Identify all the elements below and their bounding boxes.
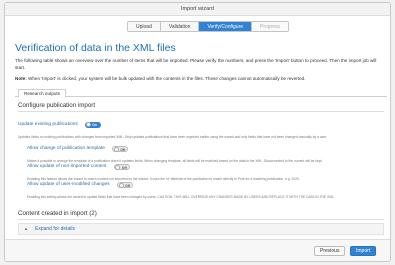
option-label: Update existing publications [18, 122, 78, 128]
window-title: Import wizard [5, 3, 390, 16]
step-verify-configure[interactable]: Verify/Configure [199, 22, 253, 31]
note-body: When 'Import' is clicked, your system wi… [28, 76, 306, 81]
option-description: Enabling this setting allows the wizard … [27, 195, 335, 199]
toggle-knob [85, 122, 91, 128]
expand-details-label: Expand for details [35, 226, 76, 232]
expand-details-panel[interactable]: ▲ Expand for details [18, 223, 384, 235]
chevron-up-icon: ▲ [24, 226, 28, 231]
import-button[interactable]: Import [350, 246, 377, 256]
section-divider [18, 111, 384, 112]
toggle-text: Off [120, 147, 126, 152]
toggle-knob [113, 147, 119, 153]
intro-text: The following table shows an overview ov… [15, 58, 377, 70]
note-text: Note: When 'Import' is clicked, your sys… [15, 76, 387, 82]
option-label: Allow update of user-modified changes [27, 182, 110, 188]
wizard-steps: Upload Validation Verify/Configure Progr… [127, 21, 290, 32]
toggle-update-existing[interactable]: On [85, 121, 102, 128]
option-update-existing: Update existing publications On Updates … [18, 116, 384, 139]
step-validation[interactable]: Validation [160, 22, 200, 31]
step-upload[interactable]: Upload [128, 22, 161, 31]
toggle-knob [118, 183, 124, 189]
section-divider [18, 219, 384, 220]
previous-button[interactable]: Previous [314, 246, 346, 256]
option-description: Updates fields on existing publications … [18, 135, 327, 139]
created-section-title: Content created in import (2) [18, 210, 97, 217]
toggle-text: On [92, 122, 97, 127]
option-label: Allow update of non-imported content [27, 164, 107, 170]
toggle-text: Off [121, 165, 127, 170]
tab-bar: Research outputs [15, 89, 387, 98]
toggle-text: Off [125, 183, 130, 188]
tab-research-outputs[interactable]: Research outputs [18, 89, 67, 98]
toggle-change-template[interactable]: Off [112, 145, 129, 153]
option-user-modified: Allow update of user-modified changes Of… [27, 176, 383, 199]
toggle-knob [115, 165, 121, 171]
import-wizard-window: Import wizard Upload Validation Verify/C… [4, 2, 391, 262]
option-label: Allow change of publication template [27, 146, 105, 152]
wizard-footer: Previous Import [5, 239, 390, 261]
config-section-title: Configure publication import [18, 102, 96, 109]
note-label: Note: [15, 76, 27, 81]
step-progress: Progress [252, 22, 289, 31]
toggle-non-imported[interactable]: Off [113, 163, 130, 171]
page-title: Verification of data in the XML files [15, 42, 176, 54]
toggle-user-modified[interactable]: Off [117, 181, 134, 189]
